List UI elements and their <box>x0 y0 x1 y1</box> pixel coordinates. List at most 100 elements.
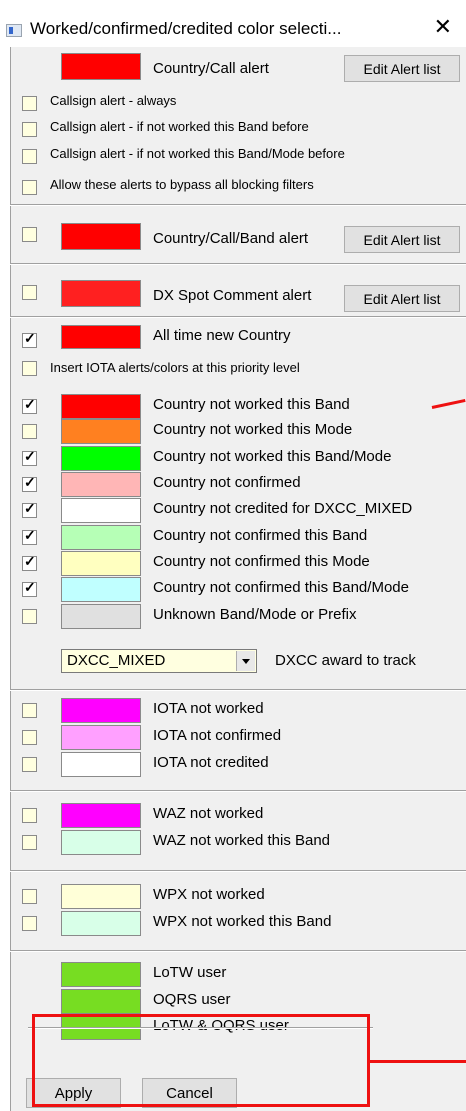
divider <box>10 870 466 872</box>
dxcc-award-value: DXCC_MIXED <box>67 652 166 669</box>
title-bar: Worked/confirmed/credited color selecti.… <box>0 0 466 47</box>
country-color-row-checkbox[interactable]: ✓ <box>22 474 37 492</box>
divider <box>10 950 466 952</box>
annotation-highlight-box <box>32 1014 370 1107</box>
checkmark-icon: ✓ <box>24 527 36 543</box>
waz-color-row-swatch[interactable] <box>61 830 141 855</box>
country-color-row-label: Country not confirmed this Band/Mode <box>153 579 409 596</box>
country-color-row-checkbox[interactable] <box>22 609 37 624</box>
country-color-row-swatch[interactable] <box>61 498 141 523</box>
country-color-row-swatch[interactable] <box>61 604 141 629</box>
dxcc-award-label: DXCC award to track <box>275 652 416 669</box>
country-color-row-label: Country not worked this Mode <box>153 421 353 438</box>
callsign-option-checkbox[interactable] <box>22 96 37 111</box>
app-icon <box>6 24 22 37</box>
divider <box>10 689 466 691</box>
edit-alert-list-button-3[interactable]: Edit Alert list <box>344 285 460 312</box>
country-color-row-label: Country not confirmed this Band <box>153 527 368 544</box>
callsign-option-checkbox[interactable] <box>22 180 37 195</box>
callsign-option-checkbox[interactable] <box>22 149 37 164</box>
chevron-down-icon[interactable] <box>236 651 255 671</box>
iota-color-row-swatch[interactable] <box>61 725 141 750</box>
country-color-row-label: Country not worked this Band/Mode <box>153 448 392 465</box>
checkmark-icon: ✓ <box>24 553 36 569</box>
all-time-new-country-label: All time new Country <box>153 327 291 344</box>
callsign-option-label: Callsign alert - always <box>50 93 177 108</box>
dx-spot-comment-alert-checkbox[interactable] <box>22 285 37 300</box>
checkmark-icon: ✓ <box>24 396 36 412</box>
country-color-row-swatch[interactable] <box>61 551 141 576</box>
country-color-row-checkbox[interactable]: ✓ <box>22 448 37 466</box>
country-color-row-checkbox[interactable]: ✓ <box>22 396 37 414</box>
window-title: Worked/confirmed/credited color selecti.… <box>30 19 342 38</box>
iota-color-row-label: IOTA not worked <box>153 700 264 717</box>
iota-color-row-label: IOTA not credited <box>153 754 269 771</box>
country-color-row-label: Unknown Band/Mode or Prefix <box>153 606 357 623</box>
callsign-option-checkbox[interactable] <box>22 122 37 137</box>
country-color-row-swatch[interactable] <box>61 446 141 471</box>
iota-color-row-swatch[interactable] <box>61 752 141 777</box>
country-call-band-alert-checkbox[interactable] <box>22 227 37 242</box>
user-color-row-label: OQRS user <box>153 991 231 1008</box>
callsign-option-label: Allow these alerts to bypass all blockin… <box>50 177 314 192</box>
wpx-color-row-label: WPX not worked <box>153 886 265 903</box>
all-time-new-country-swatch[interactable] <box>61 325 141 349</box>
country-color-row-label: Country not confirmed <box>153 474 301 491</box>
divider <box>10 790 466 792</box>
insert-iota-label: Insert IOTA alerts/colors at this priori… <box>50 360 300 375</box>
waz-color-row-label: WAZ not worked this Band <box>153 832 331 849</box>
divider <box>10 263 466 265</box>
callsign-option-label: Callsign alert - if not worked this Band… <box>50 119 309 134</box>
country-color-row-checkbox[interactable] <box>22 424 37 439</box>
annotation-pointer-line <box>370 1060 466 1063</box>
dx-spot-comment-alert-label: DX Spot Comment alert <box>153 287 312 304</box>
country-call-band-alert-swatch[interactable] <box>61 223 141 250</box>
dx-spot-comment-alert-swatch[interactable] <box>61 280 141 307</box>
waz-color-row-label: WAZ not worked <box>153 805 264 822</box>
edit-alert-list-button[interactable]: Edit Alert list <box>344 55 460 82</box>
wpx-color-row-checkbox[interactable] <box>22 916 37 931</box>
waz-color-row-checkbox[interactable] <box>22 835 37 850</box>
country-color-row-swatch[interactable] <box>61 525 141 550</box>
checkmark-icon: ✓ <box>24 474 36 490</box>
edit-alert-list-button-2[interactable]: Edit Alert list <box>344 226 460 253</box>
iota-color-row-checkbox[interactable] <box>22 730 37 745</box>
wpx-color-row-label: WPX not worked this Band <box>153 913 332 930</box>
iota-color-row-label: IOTA not confirmed <box>153 727 282 744</box>
wpx-color-row-swatch[interactable] <box>61 884 141 909</box>
country-color-row-swatch[interactable] <box>61 419 141 444</box>
waz-color-row-swatch[interactable] <box>61 803 141 828</box>
callsign-option-label: Callsign alert - if not worked this Band… <box>50 146 345 161</box>
close-icon[interactable]: ✕ <box>434 15 452 39</box>
user-color-row-swatch[interactable] <box>61 989 141 1014</box>
divider <box>10 204 466 206</box>
country-color-row-label: Country not credited for DXCC_MIXED <box>153 500 413 517</box>
user-color-row-label: LoTW user <box>153 964 227 981</box>
wpx-color-row-swatch[interactable] <box>61 911 141 936</box>
iota-color-row-checkbox[interactable] <box>22 703 37 718</box>
country-color-row-checkbox[interactable]: ✓ <box>22 553 37 571</box>
country-color-row-label: Country not confirmed this Mode <box>153 553 370 570</box>
user-color-row-swatch[interactable] <box>61 962 141 987</box>
dxcc-award-select[interactable]: DXCC_MIXED <box>61 649 257 673</box>
waz-color-row-checkbox[interactable] <box>22 808 37 823</box>
country-call-band-alert-label: Country/Call/Band alert <box>153 230 309 247</box>
country-color-row-checkbox[interactable]: ✓ <box>22 500 37 518</box>
checkmark-icon: ✓ <box>24 448 36 464</box>
country-color-row-label: Country not worked this Band <box>153 396 350 413</box>
iota-color-row-swatch[interactable] <box>61 698 141 723</box>
alert-color-swatch[interactable] <box>61 53 141 80</box>
divider <box>10 316 466 318</box>
iota-color-row-checkbox[interactable] <box>22 757 37 772</box>
country-call-alert-label: Country/Call alert <box>153 60 269 77</box>
wpx-color-row-checkbox[interactable] <box>22 889 37 904</box>
country-color-row-swatch[interactable] <box>61 394 141 419</box>
country-color-row-checkbox[interactable]: ✓ <box>22 527 37 545</box>
country-color-row-swatch[interactable] <box>61 472 141 497</box>
country-color-row-swatch[interactable] <box>61 577 141 602</box>
country-color-row-checkbox[interactable]: ✓ <box>22 579 37 597</box>
all-time-new-country-checkbox[interactable]: ✓ <box>22 330 37 348</box>
checkmark-icon: ✓ <box>24 579 36 595</box>
insert-iota-checkbox[interactable] <box>22 361 37 376</box>
checkmark-icon: ✓ <box>24 500 36 516</box>
